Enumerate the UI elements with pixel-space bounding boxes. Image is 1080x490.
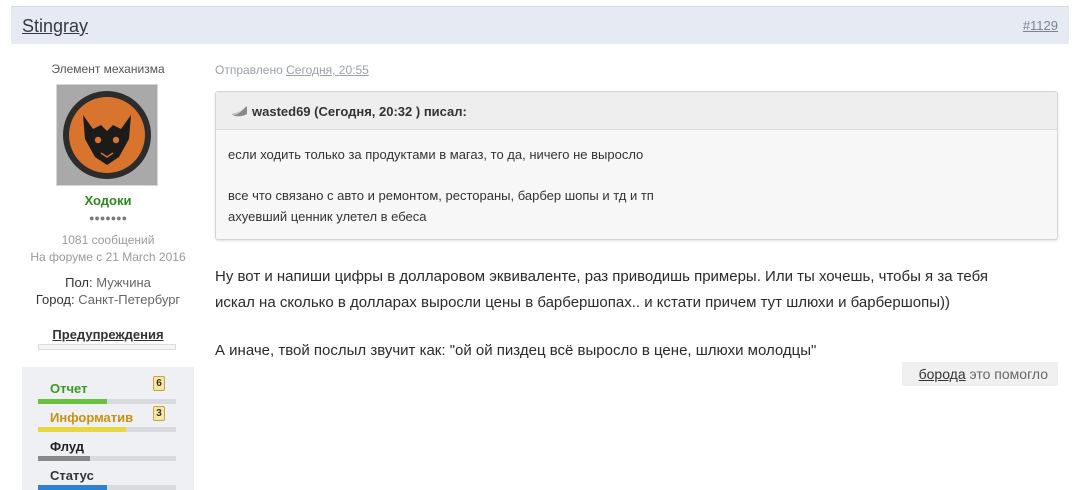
rep-badge-informative: 3 [153, 406, 165, 421]
rep-label-report: Отчет [50, 381, 88, 396]
message-line: искал на сколько в долларах выросли цены… [215, 294, 950, 311]
thanks-bar: борода это помогло [902, 362, 1058, 386]
post-header: Stingray #1129 [11, 6, 1069, 44]
message-line: Ну вот и напиши цифры в долларовом эквив… [215, 268, 988, 285]
rep-bar-flood [38, 456, 176, 461]
thanks-user-link[interactable]: борода [919, 366, 966, 382]
sent-prefix: Отправлено [215, 63, 283, 77]
rep-bar-status [38, 485, 176, 490]
warnings-bar [38, 344, 176, 350]
speech-bubble-icon [231, 106, 247, 117]
sent-date: Отправлено Сегодня, 20:55 [215, 63, 369, 77]
post-number-link[interactable]: #1129 [1023, 18, 1058, 33]
sent-datetime[interactable]: Сегодня, 20:55 [286, 63, 369, 77]
thanks-text: это помогло [969, 366, 1048, 382]
gender-field: Пол: Мужчина [22, 275, 194, 290]
rep-label-flood: Флуд [50, 439, 85, 454]
quote-block: wasted69 (Сегодня, 20:32 ) писал: если х… [215, 91, 1058, 240]
city-value: Санкт-Петербург [78, 292, 181, 307]
message-count: 1081 сообщений [61, 233, 155, 247]
gender-label: Пол: [65, 275, 93, 290]
quote-line: ахуевший ценник улетел в ебеса [228, 209, 427, 224]
rep-label-status: Статус [50, 468, 94, 483]
city-label: Город: [35, 292, 75, 307]
city-field: Город: Санкт-Петербург [22, 292, 194, 307]
rep-label-informative: Информатив [50, 410, 134, 425]
warnings-link[interactable]: Предупреждения [22, 327, 194, 342]
cat-emblem-icon [57, 85, 157, 185]
reputation-panel: Отчет 6 Информатив 3 Флуд Статус [22, 367, 194, 490]
post-body: Отправлено Сегодня, 20:55 wasted69 (Сего… [215, 44, 1058, 490]
quote-author: wasted69 (Сегодня, 20:32 ) писал: [252, 104, 467, 119]
rank-pips: ●●●●●●● [88, 213, 128, 223]
quote-line: если ходить только за продуктами в магаз… [228, 147, 644, 162]
quote-header: wasted69 (Сегодня, 20:32 ) писал: [216, 92, 1057, 130]
user-info-panel: Элемент механизма Ходоки ●●●●●●● 1081 со… [22, 44, 194, 490]
user-group: Ходоки [84, 193, 132, 208]
rep-bar-informative [38, 427, 176, 432]
author-name-link[interactable]: Stingray [22, 16, 88, 37]
gender-value: Мужчина [96, 275, 151, 290]
avatar[interactable] [56, 84, 158, 186]
rep-bar-report [38, 399, 176, 404]
quote-line: все что связано с авто и ремонтом, ресто… [228, 188, 654, 203]
rep-badge-report: 6 [153, 376, 165, 391]
message-line: А иначе, твой послыл звучит как: "ой ой … [215, 342, 817, 359]
user-title: Элемент механизма [51, 62, 165, 76]
joined-date: На форуме с 21 March 2016 [30, 250, 186, 264]
